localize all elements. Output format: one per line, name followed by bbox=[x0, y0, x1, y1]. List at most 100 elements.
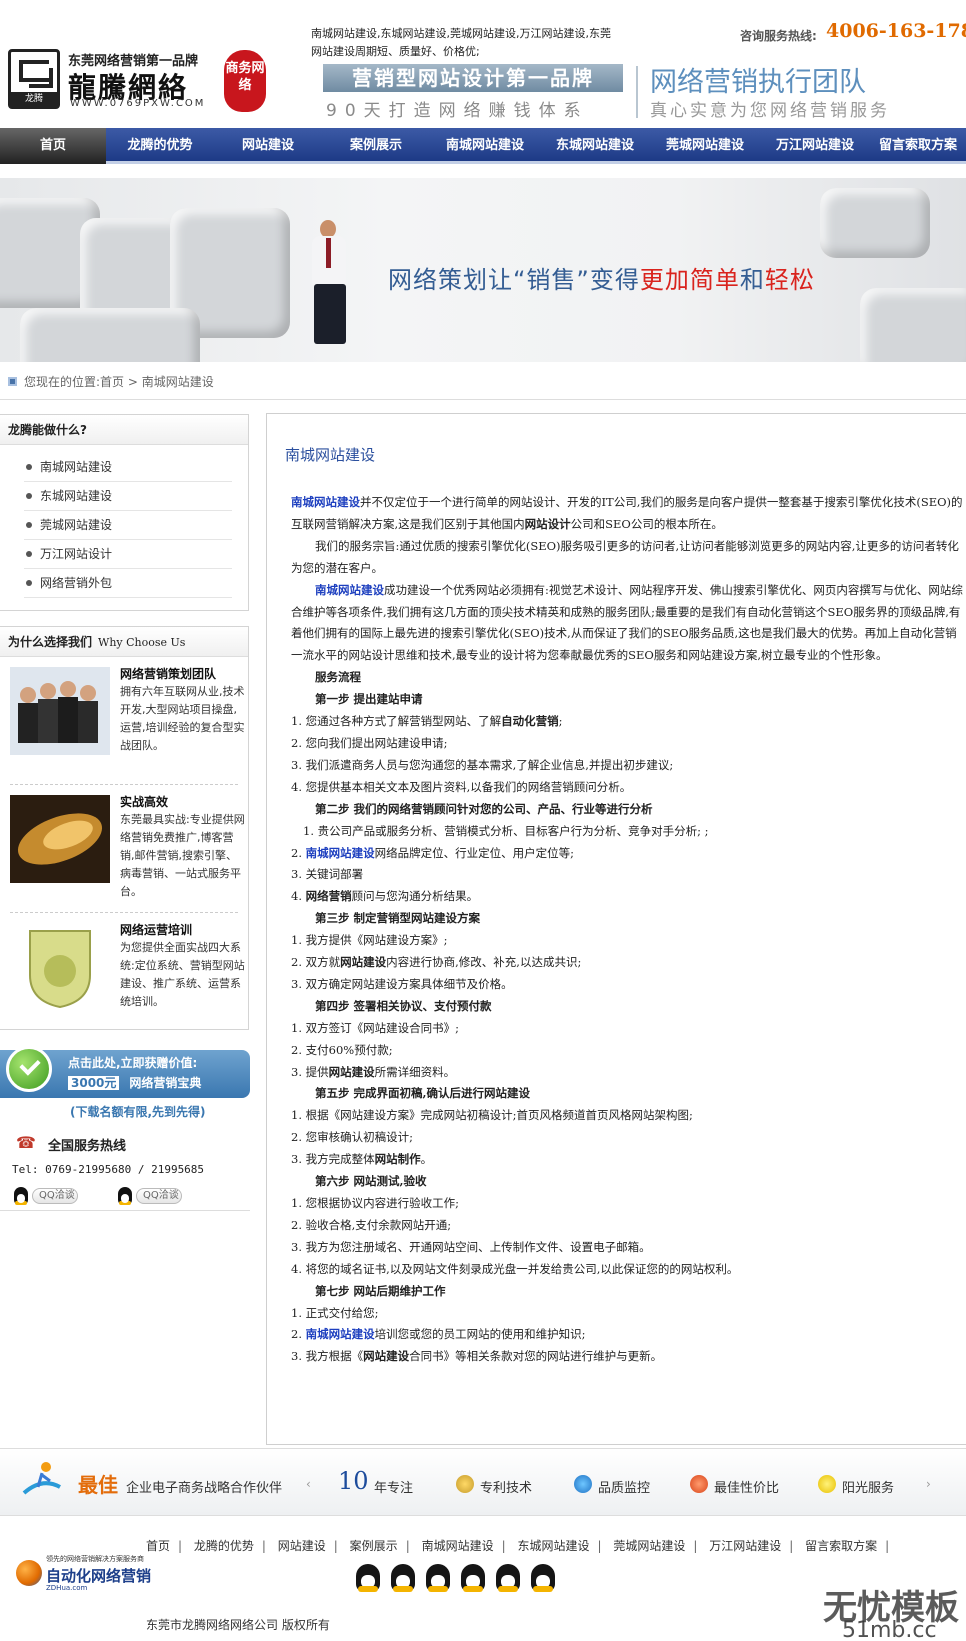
qq-chat-label: QQ洽谈 bbox=[136, 1188, 182, 1204]
step-title: 第五步 完成界面初稿,确认后进行网站建设 bbox=[315, 1086, 531, 1101]
breadcrumb: 您现在的位置:首页 > 南城网站建设 bbox=[0, 362, 966, 400]
nav-item-dongcheng[interactable]: 东城网站建设 bbox=[540, 128, 650, 164]
divider bbox=[0, 1210, 250, 1211]
bullet-photo bbox=[10, 795, 110, 883]
footer-logo-url: ZDHua.com bbox=[46, 1584, 88, 1592]
slogan-right-sub: 真心实意为您网络营销服务 bbox=[650, 101, 890, 121]
strip-value: 最佳性价比 bbox=[690, 1475, 779, 1496]
sidebar-item[interactable]: 万江网站设计 bbox=[24, 540, 232, 569]
strip-best: 最佳 bbox=[78, 1473, 118, 1497]
location-icon bbox=[8, 377, 17, 386]
keyword-link[interactable]: 南城网站建设 bbox=[315, 583, 384, 597]
phone-icon: ☎ bbox=[16, 1133, 36, 1152]
article-body: 南城网站建设并不仅定位于一个进行简单的网站设计、开发的IT公司,我们的服务是向客… bbox=[291, 495, 963, 1364]
qq-icon[interactable] bbox=[391, 1564, 415, 1592]
puzzle-piece bbox=[860, 288, 966, 362]
list-item: 2. 验收合格,支付余款网站开通; bbox=[291, 1217, 452, 1232]
logo-url: WWW.0769PXW.COM bbox=[70, 98, 206, 109]
list-item: 2. 您向我们提出网站建设申请; bbox=[291, 735, 448, 750]
list-item: 2. 您审核确认初稿设计; bbox=[291, 1130, 414, 1145]
strip-partner: 企业电子商务战略合作伙伴 bbox=[126, 1481, 283, 1496]
qq-icon[interactable] bbox=[496, 1564, 520, 1592]
list-item: 1. 正式交付给您; bbox=[291, 1305, 379, 1320]
free-gift-banner[interactable]: 点击此处,立即获赠价值: 3000元 网络营销宝典 bbox=[0, 1046, 250, 1098]
seal-logo: 商务网络 bbox=[224, 50, 266, 112]
keyword-link[interactable]: 南城网站建设 bbox=[306, 846, 375, 860]
footer-link[interactable]: 莞城网站建设 bbox=[613, 1539, 685, 1553]
nav-item-home[interactable]: 首页 bbox=[0, 128, 106, 164]
nav-item-wanjiang[interactable]: 万江网站建设 bbox=[760, 128, 870, 164]
nav-item-nancheng[interactable]: 南城网站建设 bbox=[430, 128, 540, 164]
strip-years: 10 bbox=[338, 1467, 369, 1495]
nav-item-guancheng[interactable]: 莞城网站建设 bbox=[650, 128, 760, 164]
footer-link[interactable]: 龙腾的优势 bbox=[194, 1539, 254, 1553]
footer-link[interactable]: 万江网站建设 bbox=[709, 1539, 781, 1553]
footer-link[interactable]: 案例展示 bbox=[350, 1539, 398, 1553]
list-item: 1. 根据《网站建设方案》完成网站初稿设计;首页风格频道首页风格网站架构图; bbox=[291, 1108, 693, 1123]
keyword-link[interactable]: 南城网站建设 bbox=[291, 495, 360, 509]
footer-links: 首页 | 龙腾的优势 | 网站建设 | 案例展示 | 南城网站建设 | 东城网站建设 | 莞… bbox=[146, 1539, 890, 1553]
qq-icon[interactable] bbox=[356, 1564, 380, 1592]
chevron-left-icon[interactable]: ‹ bbox=[306, 1477, 311, 1491]
footer-qq-group bbox=[356, 1564, 566, 1592]
slogan-main: 营销型网站设计第一品牌 bbox=[323, 64, 623, 92]
promo-line2: 3000元 网络营销宝典 bbox=[68, 1074, 201, 1091]
list-item: 3. 双方确定网站建设方案具体细节及价格。 bbox=[291, 976, 513, 991]
nav-item-website[interactable]: 网站建设 bbox=[214, 128, 322, 164]
logo-icon[interactable]: 龙腾 bbox=[8, 49, 60, 109]
sidebar-item[interactable]: 东城网站建设 bbox=[24, 482, 232, 511]
step-title: 第二步 我们的网络营销顾问针对您的公司、产品、行业等进行分析 bbox=[315, 801, 653, 816]
sidebar-item[interactable]: 南城网站建设 bbox=[24, 453, 232, 482]
qq-chat-button[interactable]: QQ洽谈 bbox=[14, 1186, 78, 1206]
sidebar-what-title: 龙腾能做什么? bbox=[0, 415, 248, 445]
logo-icon-text: 龙腾 bbox=[11, 92, 57, 106]
footer-link[interactable]: 东城网站建设 bbox=[517, 1539, 589, 1553]
chevron-right-icon[interactable]: › bbox=[926, 1477, 931, 1491]
list-item: 1. 我方提供《网站建设方案》; bbox=[291, 933, 448, 948]
promo-subtitle[interactable]: (下载名额有限,先到先得) bbox=[70, 1103, 206, 1120]
step-title: 第七步 网站后期维护工作 bbox=[315, 1283, 446, 1298]
shield-icon bbox=[574, 1475, 592, 1493]
list-item: 1. 您根据协议内容进行验收工作; bbox=[291, 1196, 460, 1210]
qq-icon[interactable] bbox=[531, 1564, 555, 1592]
nav-item-message[interactable]: 留言索取方案 bbox=[870, 128, 966, 164]
banner: 网络策划让“销售”变得更加简单和轻松 bbox=[0, 178, 966, 362]
nav-item-advantage[interactable]: 龙腾的优势 bbox=[106, 128, 214, 164]
watermark-url: 51mb.cc bbox=[842, 1618, 937, 1641]
sidebar-item[interactable]: 网络营销外包 bbox=[24, 569, 232, 598]
footer-link[interactable]: 留言索取方案 bbox=[805, 1539, 877, 1553]
hotline-number: 4006-163-178 bbox=[826, 20, 966, 42]
sidebar-what-box: 龙腾能做什么? 南城网站建设 东城网站建设 莞城网站建设 万江网站设计 网络营销… bbox=[0, 414, 249, 611]
list-item: 3. 关键词部署 bbox=[291, 867, 364, 882]
list-item: 1. 双方签订《网站建设合同书》; bbox=[291, 1020, 460, 1035]
tools-icon bbox=[456, 1475, 474, 1493]
footer-link[interactable]: 网站建设 bbox=[278, 1539, 326, 1553]
paragraph: 我们的服务宗旨:通过优质的搜索引擎优化(SEO)服务吸引更多的访问者,让访问者能… bbox=[291, 538, 959, 575]
breadcrumb-text[interactable]: 您现在的位置:首页 > 南城网站建设 bbox=[24, 373, 214, 390]
hotline-tel: Tel: 0769-21995680 / 21995685 bbox=[12, 1163, 205, 1176]
why-item-title: 实战高效 bbox=[120, 795, 169, 809]
keyword-link[interactable]: 南城网站建设 bbox=[306, 1327, 375, 1341]
qq-icon[interactable] bbox=[461, 1564, 485, 1592]
slogan-right: 网络营销执行团队 bbox=[650, 67, 866, 98]
puzzle-piece bbox=[820, 188, 930, 258]
main-content: 南城网站建设 南城网站建设并不仅定位于一个进行简单的网站设计、开发的IT公司,我… bbox=[266, 413, 966, 1445]
list-item: 1. 贵公司产品或服务分析、营销模式分析、目标客户行为分析、竞争对手分析; ; bbox=[303, 823, 709, 838]
page: 龙腾 东莞网络营销第一品牌 龍騰網絡 WWW.0769PXW.COM 商务网络 … bbox=[0, 0, 966, 1641]
footer-link[interactable]: 南城网站建设 bbox=[422, 1539, 494, 1553]
globe-icon bbox=[16, 1560, 42, 1586]
strip-quality: 品质监控 bbox=[574, 1475, 650, 1496]
qq-chat-button[interactable]: QQ洽谈 bbox=[118, 1186, 182, 1206]
footer-link[interactable]: 首页 bbox=[146, 1539, 170, 1553]
sidebar-item[interactable]: 莞城网站建设 bbox=[24, 511, 232, 540]
qq-icon[interactable] bbox=[426, 1564, 450, 1592]
list-item: 4. 将您的域名证书,以及网站文件刻录成光盘一并发给贵公司,以此保证您的的网站权… bbox=[291, 1261, 739, 1276]
nav-item-cases[interactable]: 案例展示 bbox=[322, 128, 430, 164]
list-item: 3. 我方为您注册域名、开通网站空间、上传制作文件、设置电子邮箱。 bbox=[291, 1239, 651, 1254]
footer-logo[interactable]: 领先的网络营销解决方案服务商 自动化网络营销 ZDHua.com bbox=[16, 1552, 151, 1592]
header-keywords: 南城网站建设,东城网站建设,莞城网站建设,万江网站建设,东莞网站建设周期短、质量… bbox=[311, 27, 611, 58]
smile-icon bbox=[818, 1475, 836, 1493]
page-title: 南城网站建设 bbox=[285, 446, 376, 464]
flow-title: 服务流程 bbox=[315, 670, 361, 685]
feature-strip: 最佳 企业电子商务战略合作伙伴 ‹ 10 年专注 专利技术 品质监控 最佳性价比… bbox=[0, 1448, 966, 1516]
